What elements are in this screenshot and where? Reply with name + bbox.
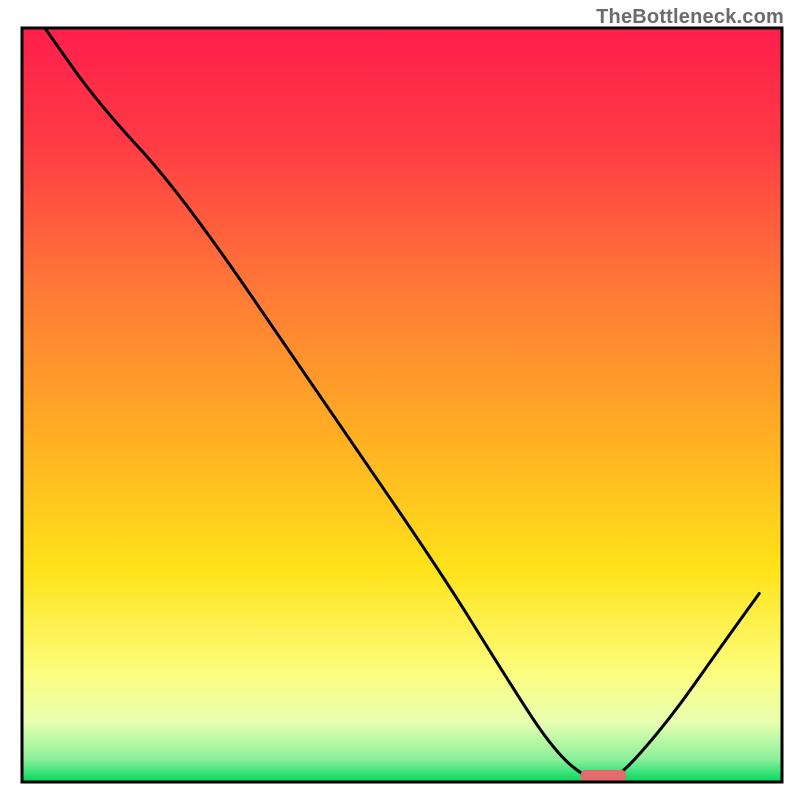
chart-container: TheBottleneck.com (0, 0, 800, 800)
gradient-background (22, 28, 782, 782)
watermark-label: TheBottleneck.com (596, 6, 784, 29)
bottleneck-chart (0, 0, 800, 800)
optimal-marker (581, 770, 627, 782)
